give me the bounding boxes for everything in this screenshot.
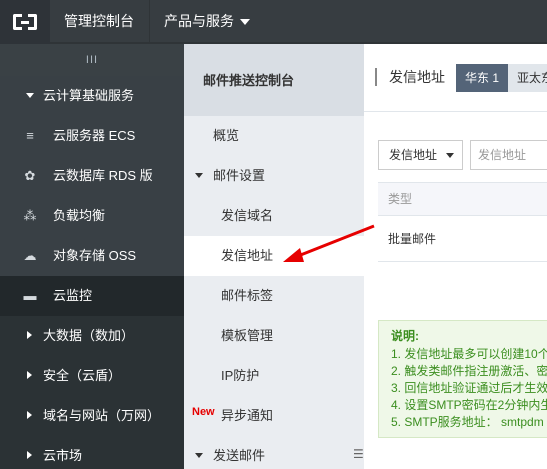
region-tab-apac[interactable]: 亚太东: [508, 64, 547, 92]
table-header: 类型: [378, 182, 547, 216]
caret-right-icon: [27, 451, 32, 459]
sidebar-collapse-handle[interactable]: III: [0, 44, 184, 76]
products-services-menu[interactable]: 产品与服务: [150, 0, 264, 44]
sidebar-group-marketplace[interactable]: 云市场: [0, 436, 184, 469]
server-icon: ≡: [26, 128, 34, 143]
notes-line: 1. 发信地址最多可以创建10个: [391, 347, 547, 361]
aliyun-logo[interactable]: [0, 0, 50, 44]
nav-item-label: 异步通知: [221, 408, 274, 423]
sidebar-group-cloud-computing[interactable]: 云计算基础服务: [0, 76, 184, 116]
nav-section-label: 发送邮件: [213, 448, 266, 463]
logo-icon: [13, 14, 37, 30]
chevron-down-icon: [446, 153, 454, 158]
top-navbar: 管理控制台 产品与服务: [0, 0, 547, 44]
sidebar-item-ecs[interactable]: ≡ 云服务器 ECS: [0, 116, 184, 156]
monitor-icon: ▬: [23, 288, 37, 303]
filter-field-select[interactable]: 发信地址: [378, 140, 463, 170]
nav-item-mail-tags[interactable]: 邮件标签: [184, 276, 364, 316]
sidebar-item-cloudmonitor[interactable]: ▬ 云监控: [0, 276, 184, 316]
cell-type: 批量邮件: [388, 232, 437, 246]
table-row: 批量邮件: [378, 216, 547, 262]
service-nav-title: 邮件推送控制台: [184, 44, 364, 116]
page-title: 发信地址: [375, 68, 445, 86]
nav-toggle-icon[interactable]: ☰: [353, 448, 364, 460]
chevron-down-icon: [240, 19, 250, 26]
nav-section-send-mail[interactable]: 发送邮件: [184, 436, 364, 469]
cloud-storage-icon: ☁: [23, 248, 37, 263]
sidebar-group-label: 安全（云盾）: [43, 368, 122, 383]
nav-item-sender-address[interactable]: 发信地址: [184, 236, 364, 276]
sidebar-group-label: 域名与网站（万网）: [43, 408, 161, 423]
load-balancer-icon: ⁂: [23, 208, 37, 223]
database-icon: ✿: [24, 168, 36, 183]
nav-item-ip-protection[interactable]: IP防护: [184, 356, 364, 396]
new-badge: New: [192, 406, 215, 418]
nav-section-mail-settings[interactable]: 邮件设置: [184, 156, 364, 196]
sidebar-group-label: 大数据（数加）: [43, 328, 135, 343]
search-input[interactable]: 发信地址: [470, 140, 547, 170]
caret-down-icon: [195, 173, 203, 178]
sidebar-group-label: 云市场: [43, 448, 83, 463]
console-home-link[interactable]: 管理控制台: [50, 0, 150, 44]
notes-line: 5. SMTP服务地址： smtpdm: [391, 415, 544, 429]
products-services-label: 产品与服务: [164, 13, 234, 29]
sidebar-item-label: 云监控: [53, 288, 93, 303]
main-content: 发信地址 华东 1 亚太东 发信地址 发信地址 类型 批量邮件 说明: 1. 发…: [364, 44, 547, 469]
caret-down-icon: [26, 93, 34, 98]
sidebar-group-security[interactable]: 安全（云盾）: [0, 356, 184, 396]
sidebar-group-domains[interactable]: 域名与网站（万网）: [0, 396, 184, 436]
notes-line: 3. 回信地址验证通过后才生效: [391, 381, 547, 395]
nav-section-label: 邮件设置: [213, 168, 266, 183]
sidebar-item-oss[interactable]: ☁ 对象存储 OSS: [0, 236, 184, 276]
notes-panel: 说明: 1. 发信地址最多可以创建10个 2. 触发类邮件指注册激活、密 3. …: [378, 320, 547, 438]
sidebar-item-label: 对象存储 OSS: [53, 248, 137, 263]
filter-select-value: 发信地址: [389, 148, 438, 162]
region-tab-east1[interactable]: 华东 1: [456, 64, 509, 92]
sidebar-item-label: 云服务器 ECS: [53, 128, 136, 143]
product-sidebar: III 云计算基础服务 ≡ 云服务器 ECS ✿ 云数据库 RDS 版 ⁂ 负载…: [0, 44, 184, 469]
caret-right-icon: [27, 371, 32, 379]
sidebar-item-label: 云数据库 RDS 版: [53, 168, 153, 183]
sidebar-item-label: 负载均衡: [53, 208, 106, 223]
service-nav: 邮件推送控制台 概览 邮件设置 发信域名 发信地址 邮件标签 模板管理 IP防护…: [184, 44, 364, 469]
nav-item-overview[interactable]: 概览: [184, 116, 364, 156]
sidebar-item-rds[interactable]: ✿ 云数据库 RDS 版: [0, 156, 184, 196]
caret-right-icon: [27, 411, 32, 419]
nav-item-sending-domain[interactable]: 发信域名: [184, 196, 364, 236]
caret-right-icon: [27, 331, 32, 339]
column-header-type: 类型: [388, 192, 413, 206]
sidebar-item-slb[interactable]: ⁂ 负载均衡: [0, 196, 184, 236]
nav-item-async-notify[interactable]: New 异步通知: [184, 396, 364, 436]
page-header: 发信地址 华东 1 亚太东: [364, 44, 547, 112]
sidebar-group-label: 云计算基础服务: [43, 88, 135, 103]
sidebar-group-bigdata[interactable]: 大数据（数加）: [0, 316, 184, 356]
notes-title: 说明:: [391, 329, 419, 343]
nav-item-templates[interactable]: 模板管理: [184, 316, 364, 356]
caret-down-icon: [195, 453, 203, 458]
notes-line: 2. 触发类邮件指注册激活、密: [391, 364, 547, 378]
notes-line: 4. 设置SMTP密码在2分钟内生: [391, 398, 547, 412]
